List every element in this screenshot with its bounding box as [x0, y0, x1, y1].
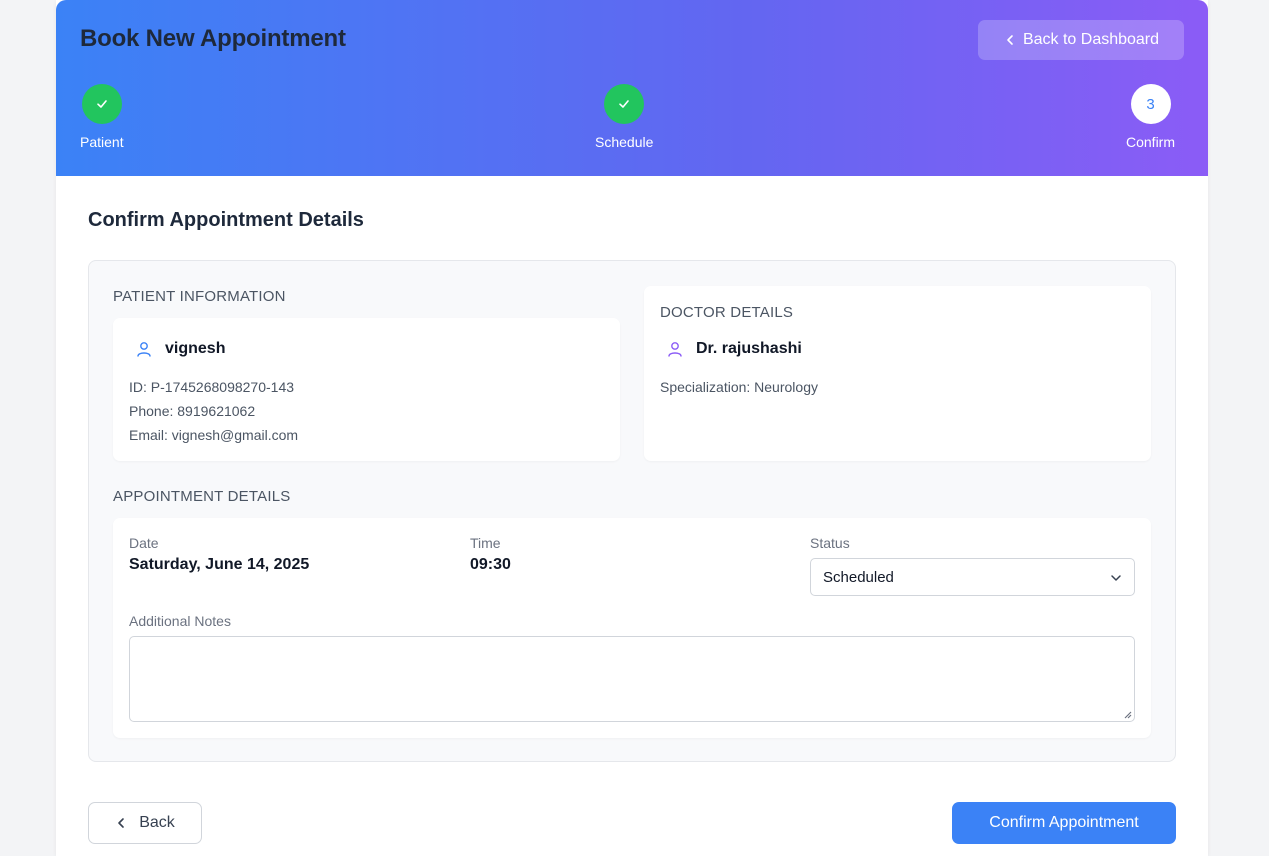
back-to-dashboard-button[interactable]: Back to Dashboard	[978, 20, 1184, 60]
chevron-down-icon	[1111, 575, 1121, 581]
step-complete-indicator	[604, 84, 645, 124]
doctor-card: DOCTOR DETAILS Dr. rajushashi Specializa…	[644, 286, 1151, 461]
status-label: Status	[810, 535, 850, 551]
page-title: Book New Appointment	[80, 25, 346, 52]
time-value: 09:30	[470, 556, 511, 573]
notes-label: Additional Notes	[129, 613, 231, 629]
doctor-name-row: Dr. rajushashi	[666, 340, 802, 358]
date-label: Date	[129, 535, 159, 551]
section-title: Confirm Appointment Details	[88, 209, 364, 231]
step-patient: Patient	[80, 84, 124, 150]
status-select[interactable]: Scheduled	[810, 558, 1135, 596]
details-panel: PATIENT INFORMATION vignesh ID: P-174526…	[88, 260, 1176, 762]
doctor-specialization: Specialization: Neurology	[660, 379, 818, 395]
patient-info-heading: PATIENT INFORMATION	[113, 288, 286, 305]
step-label: Patient	[80, 134, 124, 150]
step-complete-indicator	[81, 84, 122, 124]
time-label: Time	[470, 535, 501, 551]
status-selected-value: Scheduled	[823, 568, 894, 586]
appointment-card: Date Saturday, June 14, 2025 Time 09:30 …	[113, 518, 1151, 738]
header-banner: Book New Appointment Back to Dashboard P…	[56, 0, 1208, 176]
notes-textarea[interactable]	[129, 636, 1135, 722]
step-label: Confirm	[1126, 134, 1176, 150]
check-icon	[96, 100, 107, 108]
date-value: Saturday, June 14, 2025	[129, 556, 310, 573]
chevron-left-icon	[1007, 35, 1013, 45]
patient-email: Email: vignesh@gmail.com	[129, 427, 299, 443]
step-schedule: Schedule	[595, 84, 653, 150]
confirm-appointment-button[interactable]: Confirm Appointment	[952, 802, 1176, 844]
appointment-card: Book New Appointment Back to Dashboard P…	[56, 0, 1208, 856]
doctor-details-heading: DOCTOR DETAILS	[660, 304, 794, 321]
patient-card: vignesh ID: P-1745268098270-143 Phone: 8…	[113, 318, 620, 461]
patient-name-row: vignesh	[135, 340, 225, 358]
resize-grip-icon[interactable]	[1122, 709, 1132, 719]
step-confirm: 3 Confirm	[1126, 84, 1175, 150]
patient-id: ID: P-1745268098270-143	[129, 379, 295, 395]
user-icon	[668, 342, 682, 357]
step-label: Schedule	[595, 134, 654, 150]
back-button-label: Back	[139, 814, 175, 831]
patient-name: vignesh	[165, 340, 226, 357]
patient-phone: Phone: 8919621062	[129, 403, 256, 419]
doctor-name: Dr. rajushashi	[696, 340, 802, 357]
back-to-dashboard-label: Back to Dashboard	[1022, 31, 1160, 48]
confirm-button-label: Confirm Appointment	[989, 814, 1139, 831]
chevron-left-icon	[118, 818, 125, 828]
step-number: 3	[1130, 84, 1171, 124]
appointment-details-heading: APPOINTMENT DETAILS	[113, 488, 291, 505]
user-icon	[137, 342, 151, 357]
back-button[interactable]: Back	[88, 802, 202, 844]
check-icon	[619, 100, 629, 108]
